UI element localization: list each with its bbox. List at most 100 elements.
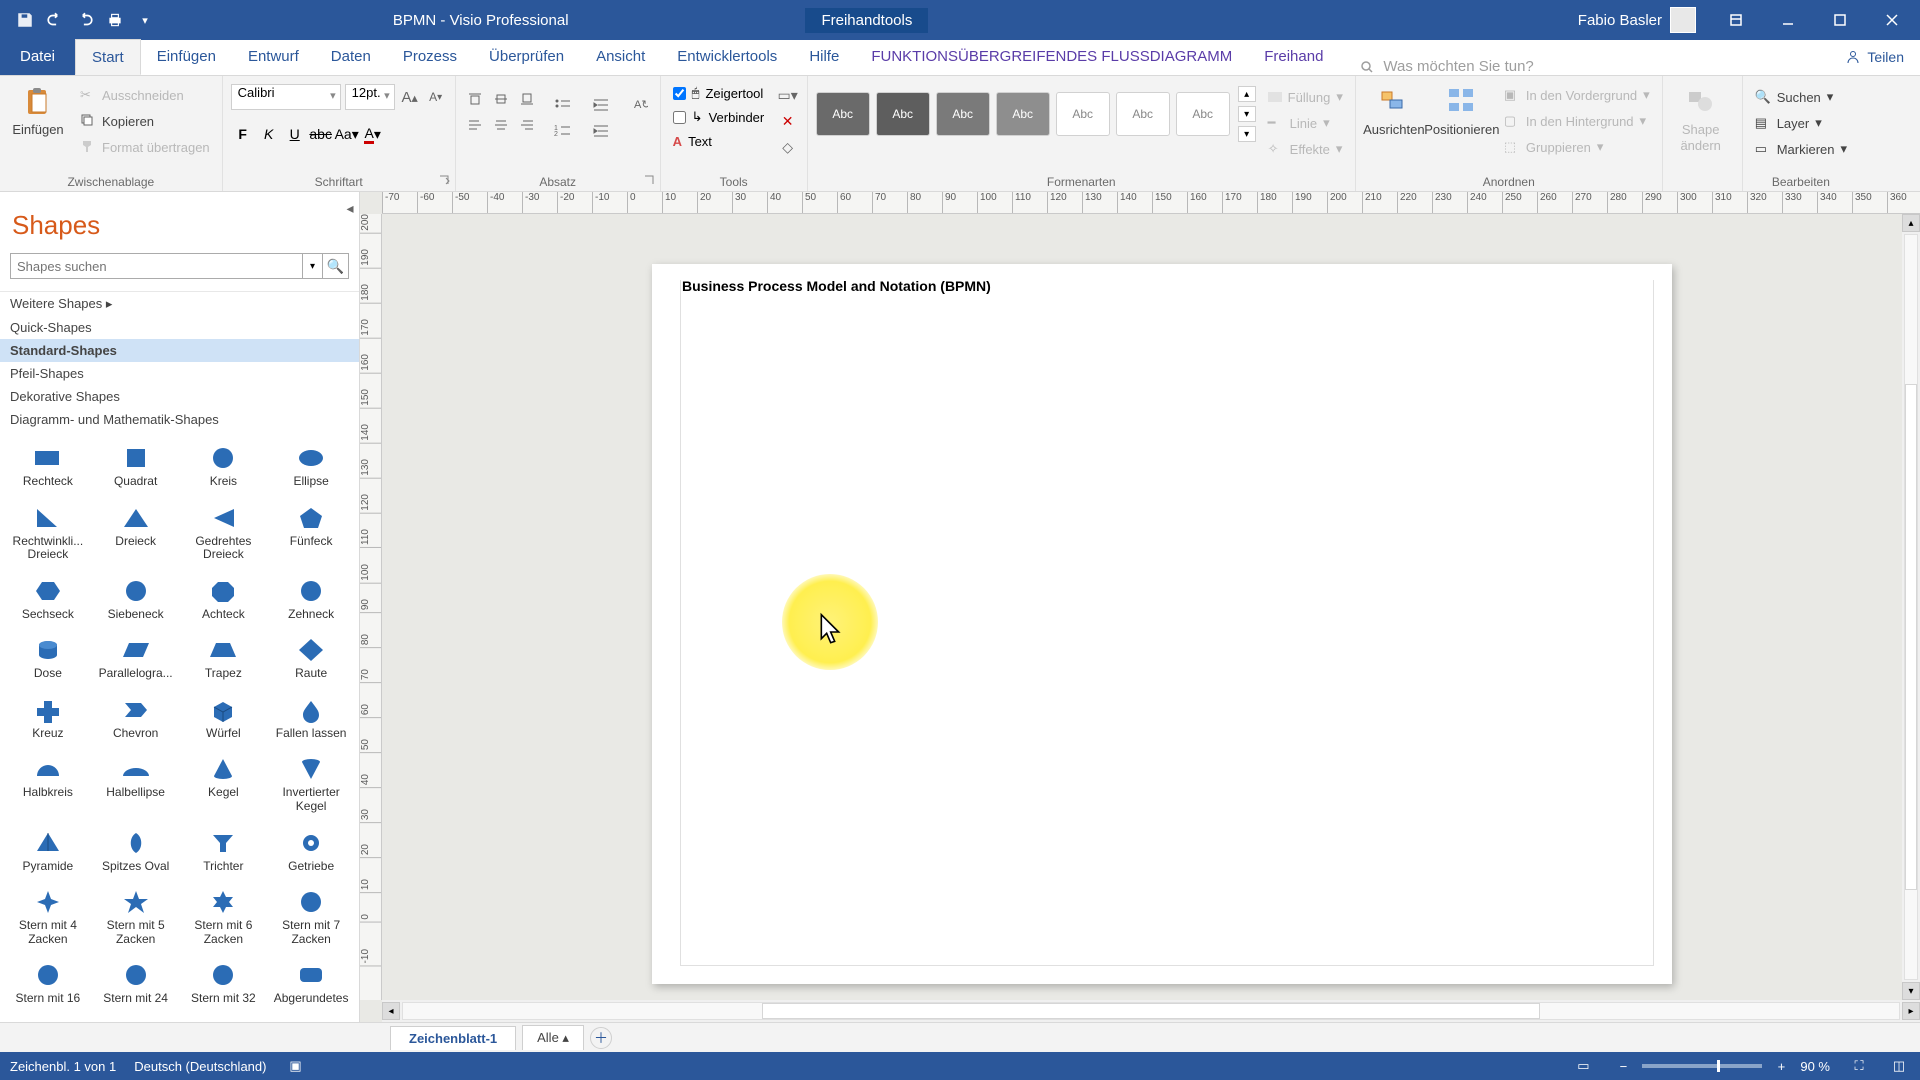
align-top-icon[interactable] [464, 88, 486, 110]
shape-item[interactable]: Fünfeck [269, 501, 353, 568]
shape-item[interactable]: Quadrat [94, 441, 178, 495]
shape-item[interactable]: Halbkreis [6, 752, 90, 819]
shape-item[interactable]: Parallelogra... [94, 633, 178, 687]
shape-item[interactable]: Dreieck [94, 501, 178, 568]
paragraph-dialog-launcher[interactable] [642, 173, 656, 187]
shape-item[interactable]: Abgerundetes [269, 958, 353, 1012]
macro-recording-icon[interactable]: ▣ [284, 1055, 306, 1077]
scrollbar-thumb[interactable] [1905, 384, 1917, 890]
align-center-icon[interactable] [490, 114, 512, 136]
shrink-font-icon[interactable]: A▾ [425, 86, 447, 108]
increase-indent-icon[interactable] [588, 120, 614, 142]
select-button[interactable]: ▭Markieren ▾ [1751, 138, 1851, 160]
tab-help[interactable]: Hilfe [793, 39, 855, 75]
align-bottom-icon[interactable] [516, 88, 538, 110]
tab-insert[interactable]: Einfügen [141, 39, 232, 75]
style-thumb[interactable]: Abc [996, 92, 1050, 136]
x-tool-icon[interactable]: ✕ [777, 110, 799, 132]
style-thumb[interactable]: Abc [876, 92, 930, 136]
grow-font-icon[interactable]: A▴ [399, 86, 421, 108]
gallery-down-icon[interactable]: ▾ [1238, 106, 1256, 122]
shape-item[interactable]: Stern mit 24 [94, 958, 178, 1012]
tab-devtools[interactable]: Entwicklertools [661, 39, 793, 75]
style-thumb[interactable]: Abc [1056, 92, 1110, 136]
tell-me-search[interactable]: Was möchten Sie tun? [1359, 58, 1829, 75]
presentation-mode-icon[interactable]: ▭ [1572, 1055, 1594, 1077]
copy-button[interactable]: Kopieren [76, 110, 214, 132]
shapes-search-input[interactable] [10, 253, 303, 279]
strikethrough-button[interactable]: abc [309, 122, 333, 146]
category-item[interactable]: Diagramm- und Mathematik-Shapes [0, 408, 359, 431]
shape-item[interactable]: Achteck [182, 574, 266, 628]
shape-item[interactable]: Stern mit 32 [182, 958, 266, 1012]
pointer-checkbox[interactable] [673, 87, 686, 100]
shape-item[interactable]: Stern mit 6 Zacken [182, 885, 266, 952]
shape-item[interactable]: Dose [6, 633, 90, 687]
save-icon[interactable] [14, 9, 36, 31]
search-go-icon[interactable]: 🔍 [323, 253, 349, 279]
tab-process[interactable]: Prozess [387, 39, 473, 75]
shape-item[interactable]: Rechtwinkli... Dreieck [6, 501, 90, 568]
shape-item[interactable]: Siebeneck [94, 574, 178, 628]
numbering-icon[interactable]: 12 [550, 120, 576, 142]
paste-button[interactable]: Einfügen [8, 80, 68, 138]
maximize-icon[interactable] [1820, 1, 1860, 39]
user-account[interactable]: Fabio Basler [1578, 7, 1696, 33]
shape-item[interactable]: Raute [269, 633, 353, 687]
share-button[interactable]: Teilen [1829, 39, 1920, 75]
category-item[interactable]: Dekorative Shapes [0, 385, 359, 408]
align-left-icon[interactable] [464, 114, 486, 136]
sheet-tab-all[interactable]: Alle ▴ [522, 1025, 584, 1050]
gallery-more-icon[interactable]: ▾ [1238, 126, 1256, 142]
zoom-out-icon[interactable]: − [1612, 1055, 1634, 1077]
redo-icon[interactable] [74, 9, 96, 31]
shape-item[interactable]: Würfel [182, 693, 266, 747]
shape-item[interactable]: Kreis [182, 441, 266, 495]
tab-review[interactable]: Überprüfen [473, 39, 580, 75]
font-color-button[interactable]: A▾ [361, 122, 385, 146]
zoom-in-icon[interactable]: + [1770, 1055, 1792, 1077]
layer-button[interactable]: ▤Layer ▾ [1751, 112, 1851, 134]
drawing-page[interactable]: Business Process Model and Notation (BPM… [652, 264, 1672, 984]
align-button[interactable]: Ausrichten [1364, 80, 1424, 138]
shape-item[interactable]: Sechseck [6, 574, 90, 628]
search-dropdown-icon[interactable]: ▾ [303, 253, 323, 279]
tab-freihand[interactable]: Freihand [1248, 39, 1339, 75]
collapse-panel-icon[interactable]: ◂ [341, 196, 359, 220]
tab-view[interactable]: Ansicht [580, 39, 661, 75]
align-middle-icon[interactable] [490, 88, 512, 110]
category-item[interactable]: Pfeil-Shapes [0, 362, 359, 385]
position-button[interactable]: Positionieren [1432, 80, 1492, 138]
add-sheet-icon[interactable]: ＋ [590, 1027, 612, 1049]
scrollbar-thumb[interactable] [762, 1003, 1540, 1019]
style-thumb[interactable]: Abc [816, 92, 870, 136]
send-back-button[interactable]: ▢In den Hintergrund ▾ [1500, 110, 1654, 132]
shape-item[interactable]: Stern mit 5 Zacken [94, 885, 178, 952]
shape-item[interactable]: Fallen lassen [269, 693, 353, 747]
connector-tool[interactable]: ↳Verbinder [669, 106, 769, 128]
tab-data[interactable]: Daten [315, 39, 387, 75]
line-button[interactable]: ━Linie ▾ [1264, 112, 1347, 134]
shape-item[interactable]: Pyramide [6, 826, 90, 880]
gallery-up-icon[interactable]: ▴ [1238, 86, 1256, 102]
style-gallery[interactable]: Abc Abc Abc Abc Abc Abc Abc ▴ ▾ ▾ [816, 80, 1256, 142]
shape-item[interactable]: Stern mit 4 Zacken [6, 885, 90, 952]
bold-button[interactable]: F [231, 122, 255, 146]
style-thumb[interactable]: Abc [1176, 92, 1230, 136]
pointer-tool[interactable]: 🖱Zeigertool [669, 82, 769, 104]
shape-item[interactable]: Zehneck [269, 574, 353, 628]
more-shapes-item[interactable]: Weitere Shapes [0, 292, 359, 316]
style-thumb[interactable]: Abc [936, 92, 990, 136]
sheet-tab-active[interactable]: Zeichenblatt-1 [390, 1026, 516, 1050]
shape-item[interactable]: Stern mit 7 Zacken [269, 885, 353, 952]
decrease-indent-icon[interactable] [588, 94, 614, 116]
qat-customize-icon[interactable]: ▾ [134, 9, 156, 31]
scroll-right-icon[interactable]: ▸ [1902, 1002, 1920, 1020]
horizontal-scrollbar[interactable]: ◂ ▸ [382, 1000, 1920, 1022]
fill-button[interactable]: Füllung ▾ [1264, 86, 1347, 108]
connection-point-icon[interactable]: ◇ [777, 136, 799, 158]
find-button[interactable]: 🔍Suchen ▾ [1751, 86, 1851, 108]
scroll-up-icon[interactable]: ▴ [1902, 214, 1920, 232]
format-painter-button[interactable]: Format übertragen [76, 136, 214, 158]
shape-item[interactable]: Stern mit 16 [6, 958, 90, 1012]
